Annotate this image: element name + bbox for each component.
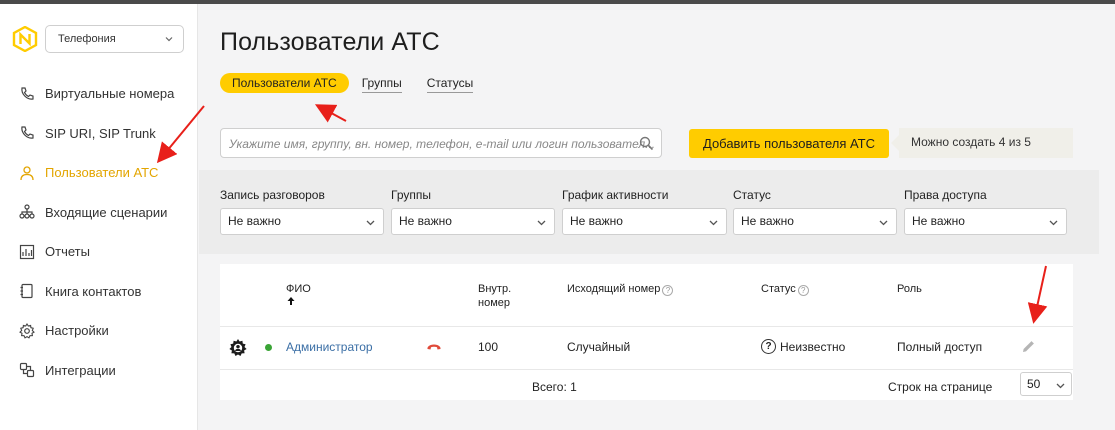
quota-hint: Можно создать 4 из 5: [891, 128, 1073, 158]
unknown-status-icon: ?: [761, 339, 776, 354]
filter-label: Права доступа: [904, 188, 987, 202]
user-outgoing-number: Случайный: [567, 340, 631, 354]
sidebar: Телефония Виртуальные номера SIP URI, SI…: [0, 4, 198, 430]
filter-activity-schedule: График активности Не важно: [562, 188, 727, 235]
integration-icon: [18, 361, 36, 379]
user-extension: 100: [478, 340, 499, 354]
total-count: Всего: 1: [532, 380, 577, 394]
sidebar-item-virtual-numbers[interactable]: Виртуальные номера: [0, 74, 198, 114]
row-divider: [220, 326, 1073, 327]
filter-label: График активности: [562, 188, 669, 202]
chevron-down-icon: [1049, 220, 1058, 226]
filters-panel: Запись разговоров Не важно Группы Не важ…: [199, 170, 1099, 254]
search-input[interactable]: Укажите имя, группу, вн. номер, телефон,…: [220, 128, 662, 158]
column-header-outgoing: Исходящий номер?: [567, 282, 674, 296]
product-select[interactable]: Телефония: [45, 25, 184, 53]
hierarchy-icon: [18, 203, 36, 221]
sidebar-item-label: Входящие сценарии: [45, 204, 168, 220]
filter-label: Статус: [733, 188, 771, 202]
rows-per-page-value: 50: [1027, 377, 1041, 391]
chevron-down-icon: [165, 37, 173, 42]
online-status-dot: [265, 344, 272, 351]
filter-access-rights: Права доступа Не важно: [904, 188, 1067, 235]
sidebar-item-label: Книга контактов: [45, 283, 142, 299]
page-title: Пользователи АТС: [220, 28, 440, 56]
add-pbx-user-button[interactable]: Добавить пользователя АТС: [689, 129, 889, 158]
rows-per-page-label: Строк на странице: [888, 380, 993, 394]
sidebar-item-label: Пользователи АТС: [45, 165, 159, 181]
phone-icon: [18, 85, 36, 103]
sidebar-item-label: Интеграции: [45, 362, 116, 378]
tab-statuses[interactable]: Статусы: [426, 73, 474, 93]
filter-select[interactable]: Не важно: [220, 208, 384, 235]
search-placeholder: Укажите имя, группу, вн. номер, телефон,…: [229, 137, 656, 151]
chevron-down-icon: [1056, 383, 1065, 389]
chevron-down-icon: [366, 220, 375, 226]
column-header-extension: Внутр. номер: [478, 282, 511, 310]
filter-select[interactable]: Не важно: [391, 208, 555, 235]
hangup-phone-icon[interactable]: [426, 342, 442, 352]
user-role: Полный доступ: [897, 340, 983, 354]
edit-pencil-icon[interactable]: [1021, 339, 1036, 354]
sidebar-item-label: SIP URI, SIP Trunk: [45, 125, 156, 141]
column-header-name[interactable]: ФИО: [286, 282, 311, 310]
filter-value: Не важно: [912, 214, 965, 228]
filter-label: Группы: [391, 188, 431, 202]
column-header-label: ФИО: [286, 283, 311, 295]
product-select-value: Телефония: [58, 33, 116, 45]
sidebar-item-label: Виртуальные номера: [45, 86, 175, 102]
sidebar-item-label: Настройки: [45, 323, 109, 339]
chart-icon: [18, 243, 36, 261]
sidebar-item-label: Отчеты: [45, 244, 90, 260]
filter-value: Не важно: [228, 214, 281, 228]
sidebar-item-incoming-scenarios[interactable]: Входящие сценарии: [0, 193, 198, 233]
sidebar-item-settings[interactable]: Настройки: [0, 311, 198, 351]
column-header-label: Статус: [761, 283, 796, 295]
column-header-label: Роль: [897, 283, 922, 295]
column-header-label: Внутр.: [478, 283, 512, 295]
filter-select[interactable]: Не важно: [562, 208, 727, 235]
tab-groups[interactable]: Группы: [361, 73, 402, 93]
filter-select[interactable]: Не важно: [904, 208, 1067, 235]
book-icon: [18, 282, 36, 300]
user-status: Неизвестно: [780, 340, 846, 354]
column-header-status: Статус?: [761, 282, 809, 296]
user-icon: [18, 164, 36, 182]
chevron-down-icon: [709, 220, 718, 226]
sidebar-item-integrations[interactable]: Интеграции: [0, 351, 198, 391]
rows-per-page-select[interactable]: 50: [1020, 372, 1072, 396]
column-header-label: Исходящий номер: [567, 283, 661, 295]
search-icon[interactable]: [639, 136, 654, 151]
filter-value: Не важно: [399, 214, 452, 228]
filter-status: Статус Не важно: [733, 188, 897, 235]
filter-select[interactable]: Не важно: [733, 208, 897, 235]
filter-label: Запись разговоров: [220, 188, 325, 202]
filter-call-recording: Запись разговоров Не важно: [220, 188, 384, 235]
user-name-link[interactable]: Администратор: [286, 340, 373, 354]
phone-icon: [18, 124, 36, 142]
column-header-role: Роль: [897, 282, 922, 296]
users-table: ФИО Внутр. номер Исходящий номер? Статус…: [220, 264, 1073, 400]
chevron-down-icon: [537, 220, 546, 226]
sort-up-icon: [287, 297, 295, 305]
logo-icon: [12, 26, 38, 52]
help-icon[interactable]: ?: [662, 285, 674, 296]
admin-gear-icon: [229, 339, 247, 356]
gear-icon: [18, 322, 36, 340]
sidebar-nav: Виртуальные номера SIP URI, SIP Trunk По…: [0, 74, 198, 390]
sidebar-item-contacts[interactable]: Книга контактов: [0, 272, 198, 312]
column-header-label: номер: [478, 297, 510, 309]
sidebar-item-pbx-users[interactable]: Пользователи АТС: [0, 153, 198, 193]
tab-pbx-users[interactable]: Пользователи АТС: [220, 73, 349, 93]
sidebar-item-reports[interactable]: Отчеты: [0, 232, 198, 272]
chevron-down-icon: [879, 220, 888, 226]
help-icon[interactable]: ?: [797, 285, 809, 296]
row-divider: [220, 369, 1073, 370]
filter-value: Не важно: [570, 214, 623, 228]
sidebar-item-sip[interactable]: SIP URI, SIP Trunk: [0, 114, 198, 154]
tab-bar: Пользователи АТС Группы Статусы: [220, 73, 498, 93]
filter-groups: Группы Не важно: [391, 188, 555, 235]
main-content: Пользователи АТС Пользователи АТС Группы…: [199, 4, 1099, 430]
filter-value: Не важно: [741, 214, 794, 228]
